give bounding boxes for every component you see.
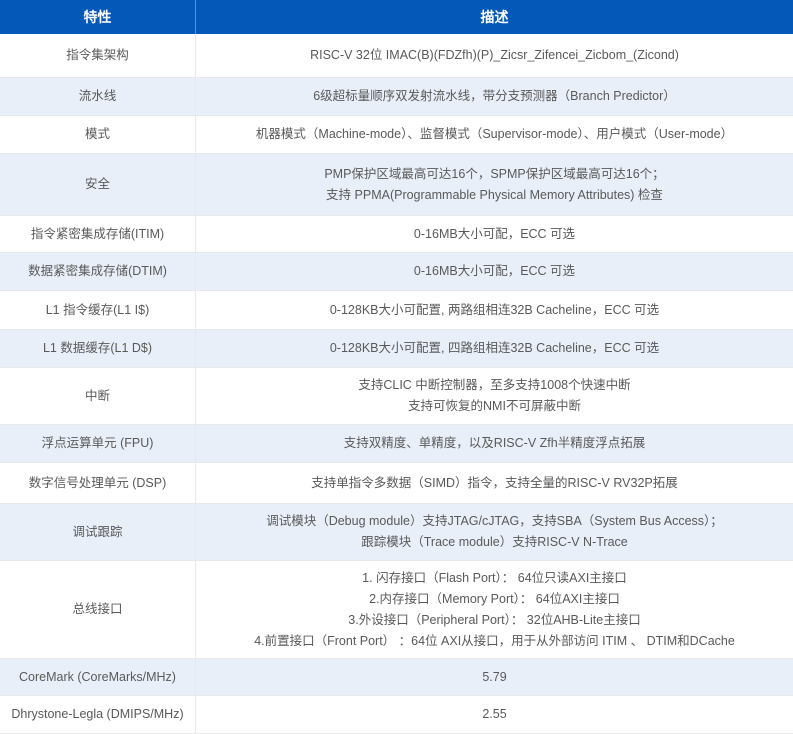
feature-cell: L1 数据缓存(L1 D$) bbox=[0, 330, 196, 367]
description-line: 支持 PPMA(Programmable Physical Memory Att… bbox=[326, 185, 663, 206]
description-line: RISC-V 32位 IMAC(B)(FDZfh)(P)_Zicsr_Zifen… bbox=[310, 45, 679, 66]
description-line: 0-128KB大小可配置, 两路组相连32B Cacheline，ECC 可选 bbox=[330, 300, 659, 321]
description-cell: 0-128KB大小可配置, 两路组相连32B Cacheline，ECC 可选 bbox=[196, 291, 793, 329]
description-cell: 调试模块（Debug module）支持JTAG/cJTAG，支持SBA（Sys… bbox=[196, 504, 793, 560]
table-row: 浮点运算单元 (FPU) 支持双精度、单精度，以及RISC-V Zfh半精度浮点拓… bbox=[0, 425, 793, 463]
description-line: 0-16MB大小可配，ECC 可选 bbox=[414, 261, 575, 282]
table-row: L1 指令缓存(L1 I$) 0-128KB大小可配置, 两路组相连32B Cac… bbox=[0, 291, 793, 330]
table-row: L1 数据缓存(L1 D$) 0-128KB大小可配置, 四路组相连32B Cac… bbox=[0, 330, 793, 368]
description-cell: 0-128KB大小可配置, 四路组相连32B Cacheline，ECC 可选 bbox=[196, 330, 793, 367]
description-cell: 2.55 bbox=[196, 696, 793, 733]
column-header-description: 描述 bbox=[196, 0, 793, 34]
feature-cell: 总线接口 bbox=[0, 561, 196, 658]
feature-cell: 流水线 bbox=[0, 78, 196, 115]
table-row: 调试跟踪 调试模块（Debug module）支持JTAG/cJTAG，支持SBA… bbox=[0, 504, 793, 561]
feature-cell: 中断 bbox=[0, 368, 196, 424]
description-line: 0-128KB大小可配置, 四路组相连32B Cacheline，ECC 可选 bbox=[330, 338, 659, 359]
description-cell: 1. 闪存接口（Flash Port）： 64位只读AXI主接口2.内存接口（M… bbox=[196, 561, 793, 658]
description-line: 1. 闪存接口（Flash Port）： 64位只读AXI主接口 bbox=[362, 568, 627, 589]
feature-cell: 指令紧密集成存储(ITIM) bbox=[0, 216, 196, 252]
column-header-feature: 特性 bbox=[0, 0, 196, 34]
feature-cell: 调试跟踪 bbox=[0, 504, 196, 560]
feature-cell: Dhrystone-Legla (DMIPS/MHz) bbox=[0, 696, 196, 733]
description-line: 0-16MB大小可配，ECC 可选 bbox=[414, 224, 575, 245]
table-row: 流水线 6级超标量顺序双发射流水线，带分支预测器（Branch Predictor… bbox=[0, 78, 793, 116]
feature-cell: 浮点运算单元 (FPU) bbox=[0, 425, 196, 462]
description-line: 6级超标量顺序双发射流水线，带分支预测器（Branch Predictor） bbox=[313, 86, 676, 107]
table-row: 中断支持CLIC 中断控制器，至多支持1008个快速中断支持可恢复的NMI不可屏… bbox=[0, 368, 793, 425]
feature-cell: 模式 bbox=[0, 116, 196, 153]
description-line: PMP保护区域最高可达16个，SPMP保护区域最高可达16个； bbox=[324, 164, 664, 185]
description-line: 3.外设接口（Peripheral Port）： 32位AHB-Lite主接口 bbox=[348, 610, 640, 631]
table-row: 数据紧密集成存储(DTIM) 0-16MB大小可配，ECC 可选 bbox=[0, 253, 793, 291]
feature-cell: CoreMark (CoreMarks/MHz) bbox=[0, 659, 196, 695]
table-row: CoreMark (CoreMarks/MHz) 5.79 bbox=[0, 659, 793, 696]
description-line: 支持可恢复的NMI不可屏蔽中断 bbox=[408, 396, 581, 417]
description-line: 支持单指令多数据（SIMD）指令，支持全量的RISC-V RV32P拓展 bbox=[311, 473, 677, 494]
table-row: Dhrystone-Legla (DMIPS/MHz) 2.55 bbox=[0, 696, 793, 734]
table-header-row: 特性 描述 bbox=[0, 0, 793, 34]
description-cell: 支持CLIC 中断控制器，至多支持1008个快速中断支持可恢复的NMI不可屏蔽中… bbox=[196, 368, 793, 424]
description-cell: 支持单指令多数据（SIMD）指令，支持全量的RISC-V RV32P拓展 bbox=[196, 463, 793, 503]
description-line: 支持CLIC 中断控制器，至多支持1008个快速中断 bbox=[358, 375, 630, 396]
description-line: 支持双精度、单精度，以及RISC-V Zfh半精度浮点拓展 bbox=[344, 433, 645, 454]
feature-cell: 数据紧密集成存储(DTIM) bbox=[0, 253, 196, 290]
description-line: 2.内存接口（Memory Port）： 64位AXI主接口 bbox=[369, 589, 620, 610]
spec-table: 特性 描述 指令集架构 RISC-V 32位 IMAC(B)(FDZfh)(P)_… bbox=[0, 0, 793, 734]
description-line: 机器模式（Machine-mode）、监督模式（Supervisor-mode）… bbox=[256, 124, 733, 145]
description-cell: PMP保护区域最高可达16个，SPMP保护区域最高可达16个；支持 PPMA(P… bbox=[196, 154, 793, 215]
table-row: 指令紧密集成存储(ITIM) 0-16MB大小可配，ECC 可选 bbox=[0, 216, 793, 253]
feature-cell: 数字信号处理单元 (DSP) bbox=[0, 463, 196, 503]
table-row: 总线接口1. 闪存接口（Flash Port）： 64位只读AXI主接口2.内存… bbox=[0, 561, 793, 659]
description-line: 跟踪模块（Trace module）支持RISC-V N-Trace bbox=[361, 532, 627, 553]
table-row: 安全PMP保护区域最高可达16个，SPMP保护区域最高可达16个；支持 PPMA… bbox=[0, 154, 793, 216]
table-row: 指令集架构 RISC-V 32位 IMAC(B)(FDZfh)(P)_Zicsr_… bbox=[0, 34, 793, 78]
table-body: 指令集架构 RISC-V 32位 IMAC(B)(FDZfh)(P)_Zicsr_… bbox=[0, 34, 793, 734]
description-line: 调试模块（Debug module）支持JTAG/cJTAG，支持SBA（Sys… bbox=[266, 511, 723, 532]
feature-cell: 指令集架构 bbox=[0, 34, 196, 77]
feature-cell: L1 指令缓存(L1 I$) bbox=[0, 291, 196, 329]
description-cell: 机器模式（Machine-mode）、监督模式（Supervisor-mode）… bbox=[196, 116, 793, 153]
description-cell: 支持双精度、单精度，以及RISC-V Zfh半精度浮点拓展 bbox=[196, 425, 793, 462]
description-cell: 0-16MB大小可配，ECC 可选 bbox=[196, 216, 793, 252]
description-cell: RISC-V 32位 IMAC(B)(FDZfh)(P)_Zicsr_Zifen… bbox=[196, 34, 793, 77]
description-cell: 5.79 bbox=[196, 659, 793, 695]
table-row: 数字信号处理单元 (DSP) 支持单指令多数据（SIMD）指令，支持全量的RISC… bbox=[0, 463, 793, 504]
description-line: 2.55 bbox=[482, 704, 506, 725]
description-cell: 6级超标量顺序双发射流水线，带分支预测器（Branch Predictor） bbox=[196, 78, 793, 115]
description-cell: 0-16MB大小可配，ECC 可选 bbox=[196, 253, 793, 290]
description-line: 5.79 bbox=[482, 667, 506, 688]
feature-cell: 安全 bbox=[0, 154, 196, 215]
table-row: 模式 机器模式（Machine-mode）、监督模式（Supervisor-mod… bbox=[0, 116, 793, 154]
description-line: 4.前置接口（Front Port） ：64位 AXI从接口，用于从外部访问 I… bbox=[254, 631, 735, 652]
